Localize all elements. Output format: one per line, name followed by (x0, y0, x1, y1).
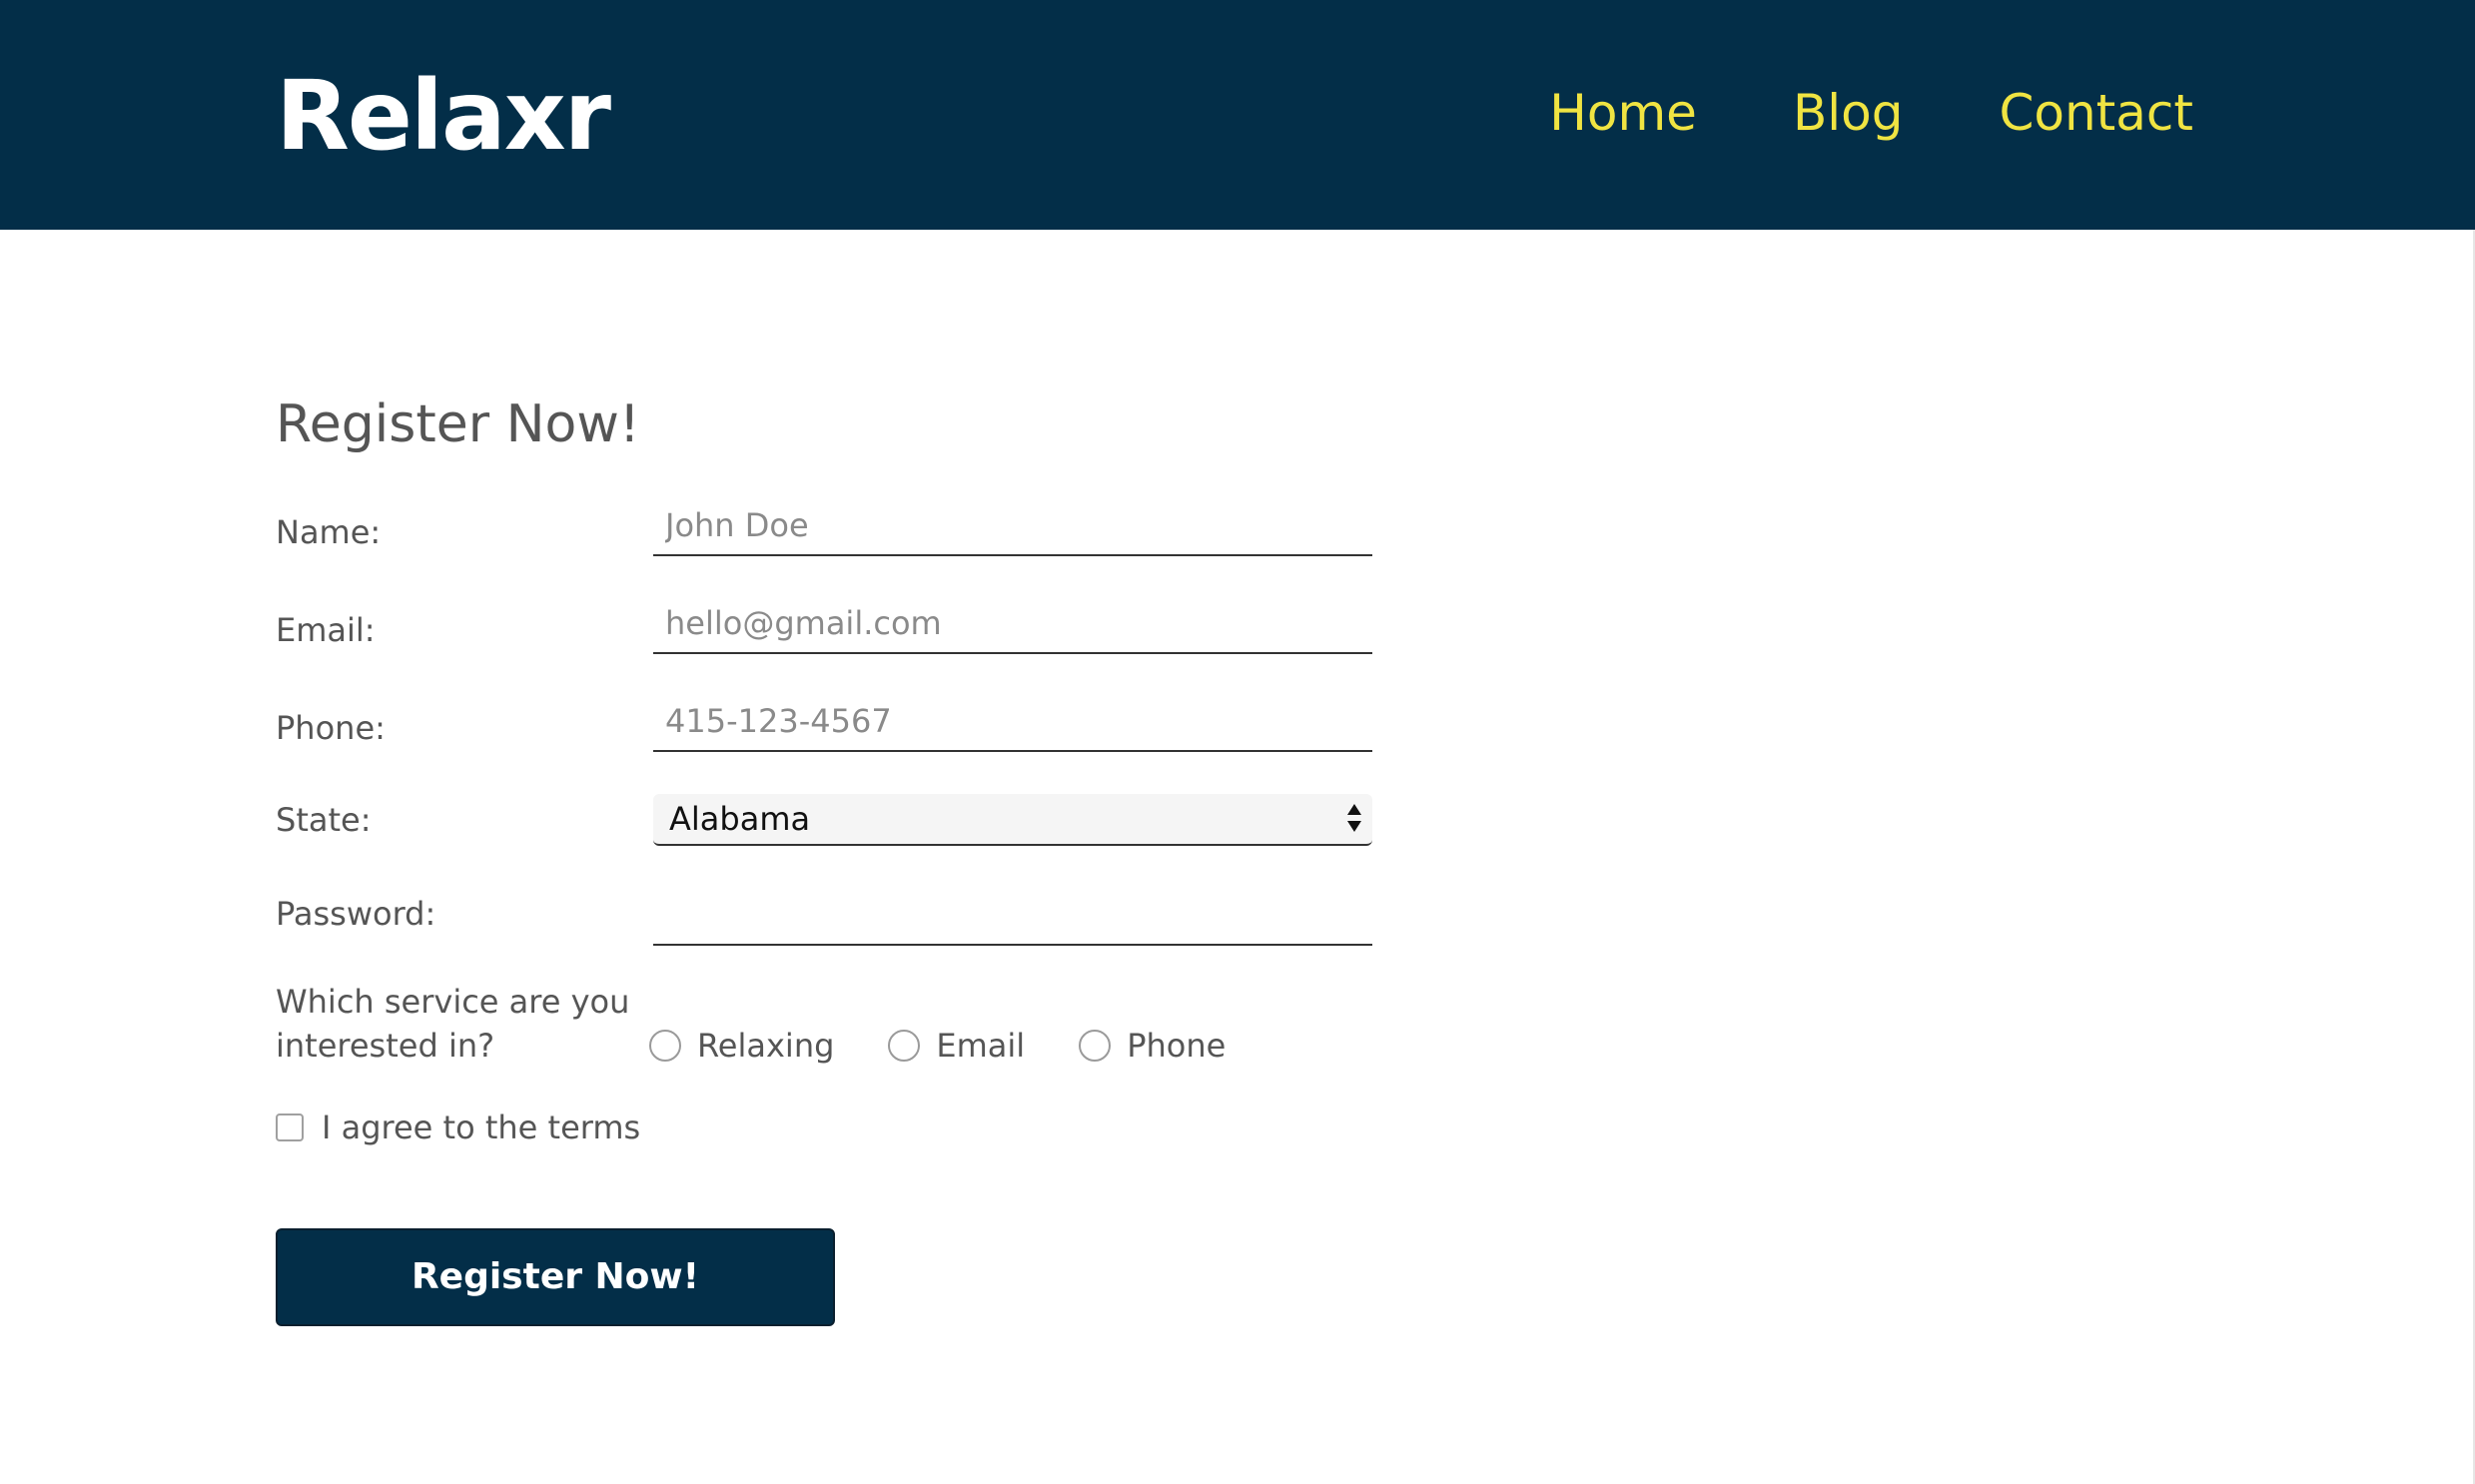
form-title: Register Now! (276, 394, 640, 454)
radio-button[interactable] (649, 1030, 681, 1062)
service-radio-group: Relaxing Email Phone (649, 1024, 1279, 1068)
name-label: Name: (276, 513, 382, 551)
state-label: State: (276, 801, 372, 839)
password-input[interactable] (653, 886, 1372, 946)
name-input[interactable] (653, 496, 1372, 556)
site-header: Relaxr Home Blog Contact (0, 0, 2475, 230)
nav-link-blog[interactable]: Blog (1793, 78, 1904, 148)
state-selected-value: Alabama (669, 800, 811, 838)
radio-button[interactable] (1079, 1030, 1112, 1062)
main-nav: Home Blog Contact (1549, 78, 2193, 148)
service-label-line1: Which service are you (276, 983, 630, 1021)
email-label: Email: (276, 611, 376, 649)
nav-link-home[interactable]: Home (1549, 78, 1697, 148)
registration-form: Register Now! Name: Email: Phone: State:… (276, 384, 1374, 1326)
register-button[interactable]: Register Now! (276, 1228, 835, 1326)
email-input[interactable] (653, 594, 1372, 654)
radio-button[interactable] (888, 1030, 921, 1062)
nav-link-contact[interactable]: Contact (1999, 78, 2193, 148)
phone-label: Phone: (276, 709, 386, 747)
terms-row[interactable]: I agree to the terms (276, 1106, 640, 1149)
radio-label: Relaxing (697, 1027, 835, 1065)
state-select[interactable]: Alabama (653, 794, 1372, 846)
radio-label: Phone (1127, 1027, 1227, 1065)
password-label: Password: (276, 895, 436, 933)
service-label-line2: interested in? (276, 1027, 495, 1065)
phone-input[interactable] (653, 692, 1372, 752)
terms-checkbox[interactable] (276, 1113, 304, 1141)
site-logo[interactable]: Relaxr (276, 56, 611, 176)
service-option-email[interactable]: Email (888, 1024, 1025, 1068)
select-arrows-icon (1347, 804, 1361, 832)
service-option-phone[interactable]: Phone (1079, 1024, 1226, 1068)
service-option-relaxing[interactable]: Relaxing (649, 1024, 834, 1068)
terms-label: I agree to the terms (322, 1109, 641, 1146)
radio-label: Email (936, 1027, 1026, 1065)
